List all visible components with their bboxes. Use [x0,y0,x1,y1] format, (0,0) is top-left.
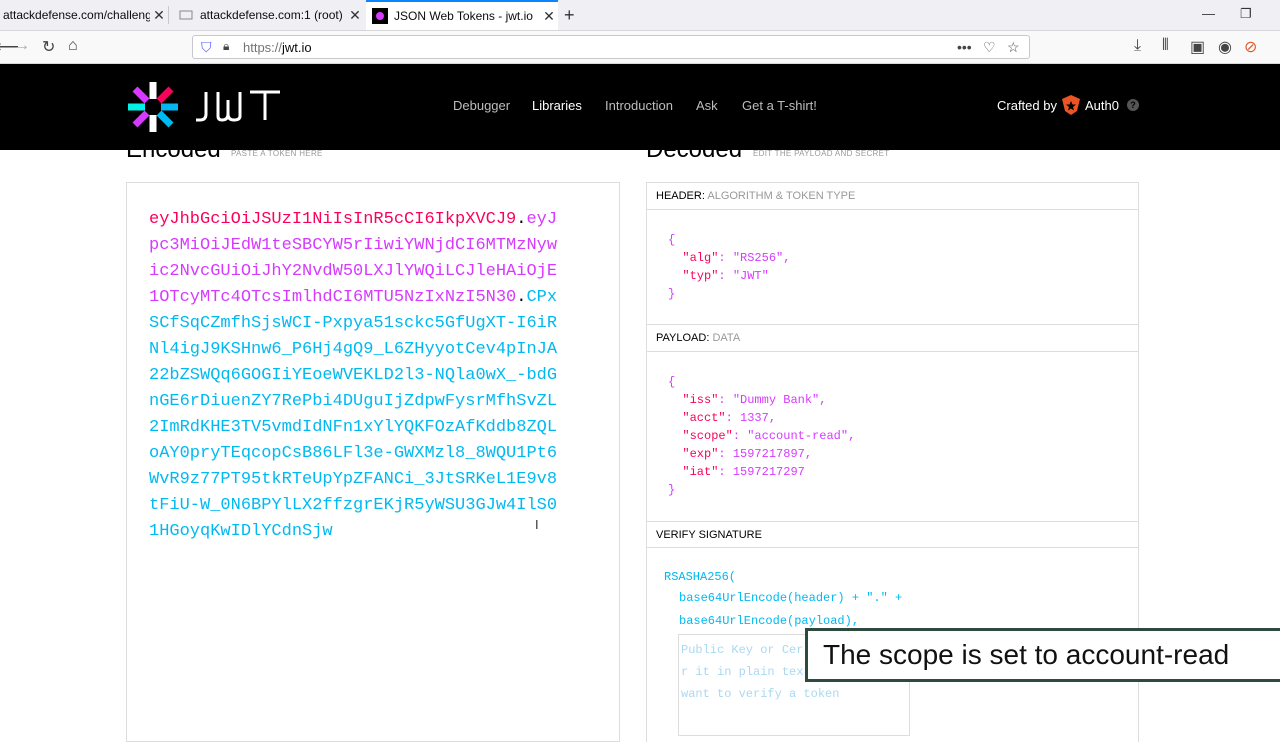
token-header-part: eyJhbGciOiJSUzI1NiIsInR5cCI6IkpXVCJ9 [149,210,517,229]
more-icon[interactable]: ••• [957,39,972,55]
header-label: HEADER: [656,190,705,202]
payload-sublabel: DATA [712,332,741,344]
star-icon[interactable]: ☆ [1007,39,1020,56]
tab-title: attackdefense.com:1 (root) [200,8,343,22]
tab-title: attackdefense.com/challengedet [3,8,150,22]
lock-icon: 🔒︎ [223,39,230,53]
sig-header-expr: base64UrlEncode(header) + "." + [679,591,903,605]
nav-ask[interactable]: Ask [696,98,718,113]
home-icon[interactable]: ⌂ [68,37,78,55]
nav-get-tshirt[interactable]: Get a T-shirt! [742,98,817,113]
nav-debugger[interactable]: Debugger [453,98,510,113]
iss-value: "Dummy Bank" [732,393,820,407]
url-bar[interactable]: ⛉ 🔒︎ https://jwt.io ••• ♡ ☆ [192,35,1030,59]
sidebar-icon[interactable]: ▣ [1190,37,1205,57]
sig-algorithm: RSASHA256( [664,570,737,584]
tab-separator [168,6,169,24]
nav-toolbar: ⟵ → ↻ ⌂ ⛉ 🔒︎ https://jwt.io ••• ♡ ☆ ⤓ ⫴ … [0,31,1280,64]
forward-arrow-icon[interactable]: → [14,37,30,55]
encoded-token-text[interactable]: eyJhbGciOiJSUzI1NiIsInR5cCI6IkpXVCJ9.eyJ… [149,207,561,545]
auth0-shield-icon[interactable] [1061,94,1081,116]
restore-icon[interactable]: ❐ [1240,6,1252,22]
text-cursor-icon: I [535,517,539,532]
tab-attackdefense-challenge[interactable]: attackdefense.com/challengedet ✕ [0,0,168,30]
payload-json-editor[interactable]: { "iss": "Dummy Bank", "acct": 1337, "sc… [668,373,855,499]
sig-payload-expr: base64UrlEncode(payload), [679,614,860,628]
header-sublabel: ALGORITHM & TOKEN TYPE [707,190,856,202]
url-text[interactable]: https://jwt.io [243,40,312,55]
pocket-icon[interactable]: ♡ [983,39,996,56]
acct-value: 1337 [740,411,769,425]
alg-value: "RS256" [732,251,784,265]
scope-value: "account-read" [747,429,849,443]
jwt-favicon-icon [372,8,388,24]
account-icon[interactable]: ◉ [1218,37,1232,57]
shield-icon[interactable]: ⛉ [201,39,212,56]
page-icon [178,7,194,23]
reload-icon[interactable]: ↻ [42,37,55,57]
decoded-subheading: EDIT THE PAYLOAD AND SECRET [753,149,890,158]
close-icon[interactable]: ✕ [540,8,558,25]
typ-value: "JWT" [732,269,769,283]
minimize-icon[interactable]: — [1202,6,1215,21]
help-icon[interactable]: ? [1127,99,1139,111]
close-icon[interactable]: ✕ [150,7,168,24]
nav-libraries[interactable]: Libraries [532,98,582,113]
header-section-title: HEADER: ALGORITHM & TOKEN TYPE [647,183,1138,210]
extension-icon[interactable]: ⊘ [1244,37,1257,57]
tab-jwt-io[interactable]: JSON Web Tokens - jwt.io ✕ [366,0,558,30]
payload-section-title: PAYLOAD: DATA [647,324,1138,352]
new-tab-icon[interactable]: + [564,5,575,26]
payload-label: PAYLOAD: [656,332,710,344]
library-icon[interactable]: ⫴ [1162,37,1169,55]
exp-value: 1597217897 [732,447,805,461]
iat-value: 1597217297 [732,465,805,479]
url-scheme: https:// [243,40,283,55]
download-icon[interactable]: ⤓ [1134,37,1141,55]
auth0-link[interactable]: Auth0 [1085,98,1119,113]
url-host: jwt.io [282,40,312,55]
jwt-logo-icon[interactable] [126,80,180,134]
header-json-editor[interactable]: { "alg": "RS256", "typ": "JWT" } [668,231,790,303]
tab-title: JSON Web Tokens - jwt.io [394,9,533,23]
video-caption: The scope is set to account-read [805,628,1280,682]
close-icon[interactable]: ✕ [346,7,364,24]
verify-section-title: VERIFY SIGNATURE [647,521,1138,549]
decoded-heading: Decoded [646,136,743,163]
crafted-by-label: Crafted by [997,98,1057,113]
nav-introduction[interactable]: Introduction [605,98,673,113]
token-separator: . [516,288,527,307]
encoded-token-editor[interactable]: eyJhbGciOiJSUzI1NiIsInR5cCI6IkpXVCJ9.eyJ… [126,182,620,742]
jwt-wordmark[interactable] [194,88,284,124]
token-separator: . [516,210,527,229]
encoded-heading: Encoded [126,136,221,163]
token-signature-part: CPxSCfSqCZmfhSjsWCI-Pxpya51sckc5GfUgXT-I… [149,288,558,541]
encoded-subheading: PASTE A TOKEN HERE [231,149,323,158]
tab-attackdefense-root[interactable]: attackdefense.com:1 (root) ✕ [172,0,364,30]
tab-bar: attackdefense.com/challengedet ✕ attackd… [0,0,1280,31]
